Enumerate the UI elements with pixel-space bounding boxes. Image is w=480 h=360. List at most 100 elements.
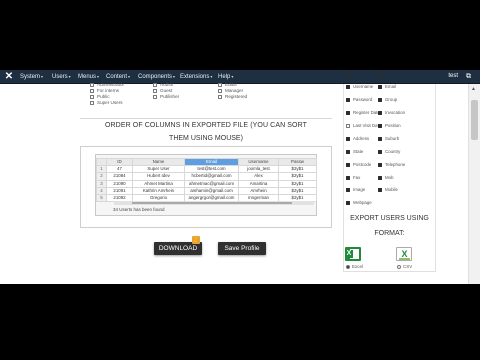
format-option-excel[interactable]: Excel: [346, 264, 363, 269]
field-option[interactable]: Username: [346, 84, 373, 90]
preview-grid[interactable]: ID Name Email Username Passw 1 47 Super …: [95, 154, 317, 216]
checkbox-checked[interactable]: [346, 97, 350, 102]
group-option[interactable]: Super Users: [90, 100, 124, 106]
checkbox[interactable]: [218, 94, 222, 99]
field-option[interactable]: Group: [378, 97, 397, 103]
menu-help[interactable]: Help▾: [218, 73, 233, 81]
field-label: Mob: [385, 175, 394, 180]
field-option[interactable]: Country: [378, 149, 400, 155]
menu-system[interactable]: System▾: [20, 73, 43, 81]
group-option[interactable]: Publisher: [153, 94, 179, 100]
field-option[interactable]: Email: [378, 84, 396, 90]
checkbox-checked[interactable]: [378, 84, 382, 89]
scroll-thumb[interactable]: [132, 202, 292, 204]
column-header[interactable]: [96, 157, 107, 167]
table-row: 2 21084 Hubert Idev hcbertid@gmail.com A…: [96, 172, 317, 181]
table-row: 4 21091 Kathrin Amrhein amhamin@gmail.co…: [96, 186, 317, 196]
user-menu[interactable]: test: [448, 73, 458, 79]
field-label: Mobile: [385, 187, 398, 192]
checkbox-checked[interactable]: [378, 162, 382, 167]
field-option[interactable]: Webpage: [346, 200, 372, 206]
checkbox-checked[interactable]: [346, 72, 350, 77]
menu-label: Help: [218, 74, 231, 80]
checkbox-checked[interactable]: [378, 149, 382, 154]
checkbox[interactable]: [218, 82, 222, 87]
export-title: EXPORT USERS USING: [350, 215, 429, 222]
csv-icon[interactable]: X: [396, 247, 412, 261]
checkbox[interactable]: [90, 100, 94, 105]
radio[interactable]: [397, 264, 401, 269]
checkbox-checked[interactable]: [378, 136, 382, 141]
field-option[interactable]: Mobile: [378, 187, 398, 193]
column-header[interactable]: Username: [238, 157, 279, 167]
checkbox[interactable]: [153, 82, 157, 87]
field-option[interactable]: Mob: [378, 175, 394, 181]
menu-users[interactable]: Users▾: [52, 73, 71, 81]
format-option-csv[interactable]: CSV: [397, 264, 412, 269]
checkbox-checked[interactable]: [346, 136, 350, 141]
external-link-icon[interactable]: ⧉: [466, 73, 474, 81]
field-option[interactable]: [346, 72, 353, 78]
menu-extensions[interactable]: Extensions▾: [180, 73, 212, 81]
field-label: Image: [353, 187, 366, 192]
field-option[interactable]: Invocation: [378, 110, 405, 116]
group-option[interactable]: Registered: [218, 94, 247, 100]
field-option[interactable]: Image: [346, 187, 365, 193]
field-option[interactable]: [378, 72, 385, 78]
checkbox-checked[interactable]: [378, 97, 382, 102]
checkbox-checked[interactable]: [346, 187, 350, 192]
grid-horizontal-scrollbar[interactable]: [114, 201, 314, 205]
users-found-status: 34 Userts has been found: [113, 207, 165, 212]
joomla-logo-icon[interactable]: ✕: [4, 72, 14, 82]
checkbox-checked[interactable]: [346, 110, 350, 115]
save-profile-button[interactable]: Save Profile: [218, 242, 266, 255]
field-option[interactable]: Postcode: [346, 162, 371, 168]
checkbox-checked[interactable]: [378, 72, 382, 77]
checkbox[interactable]: [218, 88, 222, 93]
checkbox[interactable]: [153, 94, 157, 99]
scroll-thumb[interactable]: [471, 100, 478, 140]
checkbox-checked[interactable]: [346, 84, 350, 89]
excel-icon[interactable]: X: [345, 247, 361, 261]
preview-table[interactable]: ID Name Email Username Passw 1 47 Super …: [96, 157, 317, 203]
checkbox-checked[interactable]: [378, 187, 382, 192]
group-label: Author: [160, 82, 174, 87]
field-option[interactable]: Last Visit Date: [346, 123, 381, 129]
field-option[interactable]: Suburb: [378, 136, 399, 142]
page-scrollbar[interactable]: ▲: [468, 84, 480, 284]
checkbox[interactable]: [90, 94, 94, 99]
row-number: 3: [96, 179, 107, 188]
column-header[interactable]: Name: [132, 157, 185, 167]
menu-content[interactable]: Content▾: [106, 73, 130, 81]
radio-selected[interactable]: [346, 264, 350, 269]
checkbox[interactable]: [153, 88, 157, 93]
field-option[interactable]: State: [346, 149, 363, 155]
menu-menus[interactable]: Menus▾: [78, 73, 99, 81]
checkbox-checked[interactable]: [346, 175, 350, 180]
column-header[interactable]: Passw: [278, 157, 317, 167]
checkbox-checked[interactable]: [378, 110, 382, 115]
checkbox[interactable]: [346, 123, 350, 128]
group-column-1: Administrator For interns Public Super U…: [90, 82, 124, 106]
table-cell: $2y$1: [278, 165, 317, 174]
field-option[interactable]: Telephone: [378, 162, 405, 168]
table-cell: Kathrin Amrhein: [132, 186, 185, 196]
checkbox-checked[interactable]: [346, 162, 350, 167]
field-option[interactable]: Fax: [346, 175, 360, 181]
checkbox[interactable]: [90, 88, 94, 93]
field-label: Password: [353, 97, 373, 102]
field-option[interactable]: Register Date: [346, 110, 380, 116]
column-header-selected[interactable]: Email: [184, 157, 239, 167]
checkbox-checked[interactable]: [346, 149, 350, 154]
checkbox-checked[interactable]: [378, 123, 382, 128]
field-option[interactable]: Password: [346, 97, 372, 103]
checkbox-checked[interactable]: [378, 175, 382, 180]
column-header[interactable]: ID: [106, 157, 133, 167]
checkbox[interactable]: [90, 82, 94, 87]
field-option[interactable]: Position: [378, 123, 401, 129]
checkbox-checked[interactable]: [346, 200, 350, 205]
menu-components[interactable]: Components▾: [138, 73, 175, 81]
group-column-3: Editor Manager Registered: [218, 82, 247, 100]
field-option[interactable]: Address: [346, 136, 369, 142]
scroll-up-icon[interactable]: ▲: [471, 87, 476, 92]
